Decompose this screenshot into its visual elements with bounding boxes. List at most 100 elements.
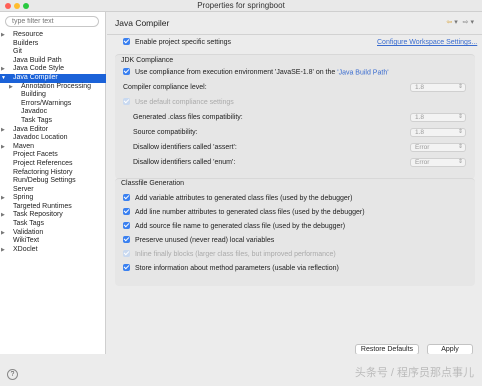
expand-right-icon[interactable]: ▶ bbox=[1, 211, 5, 220]
tree-item-label: Server bbox=[13, 185, 34, 193]
tree-item[interactable]: Errors/Warnings bbox=[0, 100, 106, 109]
tree-item-label: Task Tags bbox=[13, 220, 44, 228]
forward-arrow-icon[interactable]: ⇨ bbox=[463, 19, 469, 26]
expand-down-icon[interactable]: ▼ bbox=[1, 74, 6, 83]
tree-item[interactable]: Refactoring History bbox=[0, 169, 106, 178]
opt-line-row[interactable]: Add line number attributes to generated … bbox=[123, 208, 365, 216]
tree-item[interactable]: Project Facets bbox=[0, 151, 106, 160]
use-compliance-checkbox[interactable] bbox=[123, 68, 130, 75]
tree-item-label: Javadoc bbox=[21, 108, 48, 116]
source-compat-select[interactable]: 1.8 ⇕ bbox=[410, 128, 466, 137]
source-compat-label: Source compatibility: bbox=[133, 129, 198, 136]
opt-store-row[interactable]: Store information about method parameter… bbox=[123, 264, 339, 272]
zoom-window-icon[interactable] bbox=[23, 3, 29, 9]
opt-variable-checkbox[interactable] bbox=[123, 194, 130, 201]
tree-item-label: Java Editor bbox=[13, 125, 49, 133]
opt-variable-row[interactable]: Add variable attributes to generated cla… bbox=[123, 194, 353, 203]
generated-compat-value: 1.8 bbox=[415, 114, 425, 121]
enable-project-settings-row[interactable]: Enable project specific settings bbox=[123, 38, 231, 46]
tree-item[interactable]: Targeted Runtimes bbox=[0, 203, 106, 212]
page-header: Java Compiler ⇦ ▾ ⇨ ▾ bbox=[107, 12, 482, 34]
opt-preserve-checkbox[interactable] bbox=[123, 236, 130, 243]
use-compliance-label: Use compliance from execution environmen… bbox=[134, 69, 338, 77]
tree-item[interactable]: ▶ Validation bbox=[0, 229, 106, 238]
opt-inline-checkbox[interactable] bbox=[123, 250, 130, 257]
assert-identifier-value: Error bbox=[415, 144, 430, 151]
use-default-row[interactable]: Use default compliance settings bbox=[123, 98, 234, 107]
opt-source-checkbox[interactable] bbox=[123, 222, 130, 229]
help-icon[interactable]: ? bbox=[7, 369, 18, 380]
opt-preserve-label: Preserve unused (never read) local varia… bbox=[134, 237, 275, 245]
window-title: Properties for springboot bbox=[197, 1, 285, 10]
tree-item[interactable]: Run/Debug Settings bbox=[0, 177, 106, 186]
watermark-text: 头条号 / 程序员那点事儿 bbox=[354, 367, 474, 379]
tree-item[interactable]: ▶ Spring bbox=[0, 194, 106, 203]
minimize-window-icon[interactable] bbox=[14, 3, 20, 9]
tree-item[interactable]: ▶ Annotation Processing bbox=[0, 83, 106, 92]
expand-right-icon[interactable]: ▶ bbox=[1, 31, 5, 40]
tree-item-label: Run/Debug Settings bbox=[13, 177, 76, 185]
tree-item[interactable]: Javadoc bbox=[0, 108, 106, 117]
assert-identifier-select[interactable]: Error ⇕ bbox=[410, 143, 466, 152]
expand-right-icon[interactable]: ▶ bbox=[1, 229, 5, 238]
expand-right-icon[interactable]: ▶ bbox=[1, 194, 5, 203]
expand-right-icon[interactable]: ▶ bbox=[1, 126, 5, 135]
tree-item-label: Task Tags bbox=[21, 116, 52, 124]
close-window-icon[interactable] bbox=[5, 3, 11, 9]
tree-item-label: XDoclet bbox=[13, 245, 38, 253]
use-default-checkbox[interactable] bbox=[123, 98, 130, 105]
tree-item[interactable]: Project References bbox=[0, 160, 106, 169]
compliance-level-select[interactable]: 1.8 ⇕ bbox=[410, 83, 466, 92]
tree-item-label: Building bbox=[21, 91, 46, 99]
tree-item[interactable]: ▶ Maven bbox=[0, 143, 106, 152]
opt-inline-row[interactable]: Inline finally blocks (larger class file… bbox=[123, 250, 336, 258]
opt-source-row[interactable]: Add source file name to generated class … bbox=[123, 222, 345, 230]
tree-item[interactable]: Task Tags bbox=[0, 117, 106, 126]
tree-item[interactable]: ▶ Resource bbox=[0, 31, 106, 40]
use-compliance-row[interactable]: Use compliance from execution environmen… bbox=[123, 68, 389, 77]
expand-right-icon[interactable]: ▶ bbox=[1, 65, 5, 74]
use-default-label: Use default compliance settings bbox=[134, 99, 234, 107]
tree-item-label: Project Facets bbox=[13, 151, 58, 159]
tree-item[interactable]: ▶ Java Editor bbox=[0, 126, 106, 135]
enum-identifier-select[interactable]: Error ⇕ bbox=[410, 158, 466, 167]
properties-page: Java Compiler ⇦ ▾ ⇨ ▾ Enable project spe… bbox=[107, 12, 482, 355]
chevron-updown-icon: ⇕ bbox=[457, 84, 463, 90]
back-arrow-icon[interactable]: ⇦ bbox=[446, 19, 452, 26]
tree-item[interactable]: Task Tags bbox=[0, 220, 106, 229]
opt-store-checkbox[interactable] bbox=[123, 264, 130, 271]
tree-item-label: Javadoc Location bbox=[13, 134, 68, 142]
header-divider bbox=[107, 34, 482, 35]
configure-workspace-link[interactable]: Configure Workspace Settings... bbox=[377, 39, 477, 46]
tree-item[interactable]: WikiText bbox=[0, 237, 106, 246]
tree-item[interactable]: Server bbox=[0, 186, 106, 195]
enable-project-settings-checkbox[interactable] bbox=[123, 38, 130, 45]
tree-item[interactable]: Java Build Path bbox=[0, 57, 106, 66]
enum-identifier-value: Error bbox=[415, 159, 430, 166]
source-compat-value: 1.8 bbox=[415, 129, 425, 136]
compliance-level-value: 1.8 bbox=[415, 84, 425, 91]
expand-right-icon[interactable]: ▶ bbox=[1, 143, 5, 152]
tree-item-label: Annotation Processing bbox=[21, 82, 92, 90]
tree-item[interactable]: ▼ Java Compiler bbox=[0, 73, 106, 83]
back-menu-chevron-icon[interactable]: ▾ bbox=[454, 19, 458, 26]
opt-preserve-row[interactable]: Preserve unused (never read) local varia… bbox=[123, 236, 275, 245]
tree-item[interactable]: ▶ Task Repository bbox=[0, 211, 106, 220]
opt-line-checkbox[interactable] bbox=[123, 208, 130, 215]
forward-menu-chevron-icon[interactable]: ▾ bbox=[470, 19, 474, 26]
page-title: Java Compiler bbox=[115, 18, 170, 28]
generated-compat-select[interactable]: 1.8 ⇕ bbox=[410, 113, 466, 122]
tree-item[interactable]: ▶ Java Code Style bbox=[0, 65, 106, 74]
filter-input[interactable] bbox=[5, 16, 99, 27]
expand-right-icon[interactable]: ▶ bbox=[1, 246, 5, 255]
tree-item[interactable]: Git bbox=[0, 48, 106, 57]
java-build-path-link[interactable]: 'Java Build Path' bbox=[337, 69, 388, 76]
opt-variable-label: Add variable attributes to generated cla… bbox=[134, 195, 353, 203]
expand-right-icon[interactable]: ▶ bbox=[9, 83, 13, 92]
tree-item[interactable]: Javadoc Location bbox=[0, 134, 106, 143]
tree-item-label: Git bbox=[13, 48, 22, 56]
tree-item[interactable]: Builders bbox=[0, 40, 106, 49]
tree-item[interactable]: Building bbox=[0, 91, 106, 100]
tree-item-label: Targeted Runtimes bbox=[13, 202, 72, 210]
tree-item[interactable]: ▶ XDoclet bbox=[0, 246, 106, 255]
